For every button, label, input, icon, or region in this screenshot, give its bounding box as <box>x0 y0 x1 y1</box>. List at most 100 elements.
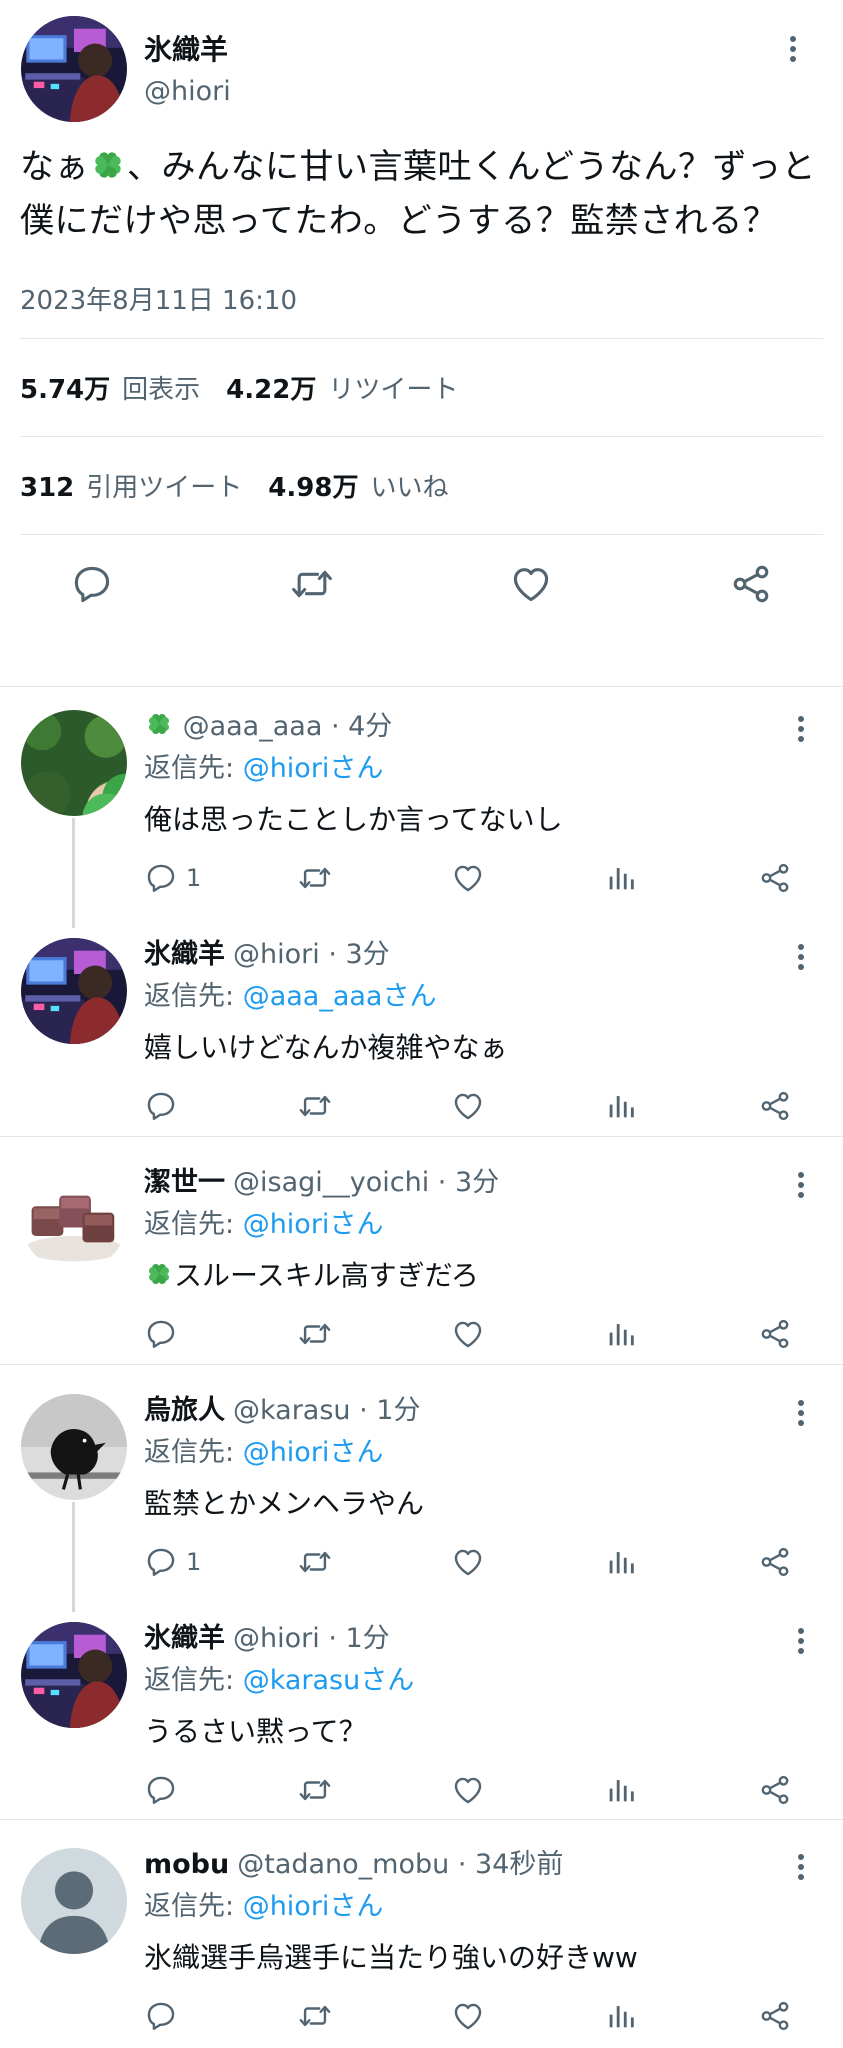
reply-icon <box>144 1545 178 1579</box>
reply-tweet[interactable]: mobu @tadano_mobu · 34秒前 返信先: @hioriさん 氷織… <box>0 1834 843 2048</box>
retweet-icon[interactable] <box>290 562 334 606</box>
reply-handle-time[interactable]: @hiori · 3分 <box>233 939 390 970</box>
reply-author-name[interactable]: 潔世一 <box>144 1167 225 1198</box>
reply-header: @aaa_aaa · 4分 <box>144 704 392 743</box>
share-button[interactable] <box>758 1088 792 1124</box>
reply-author-name[interactable]: mobu <box>144 1849 229 1880</box>
analytics-button[interactable] <box>604 1316 638 1352</box>
retweet-button[interactable] <box>298 1316 332 1352</box>
reply-text: 嬉しいけどなんか複雑やなぁ <box>144 1031 508 1064</box>
share-icon[interactable] <box>729 562 773 606</box>
retweet-button[interactable] <box>298 860 332 896</box>
author-name[interactable]: 氷織羊 <box>144 28 228 68</box>
likes-stat[interactable]: 4.98万 いいね <box>268 467 448 504</box>
author-handle[interactable]: @hiori <box>144 76 231 107</box>
reply-button[interactable]: 1 <box>144 1544 201 1580</box>
reply-author-name[interactable]: 氷織羊 <box>144 1623 225 1654</box>
reply-tweet[interactable]: 烏旅人 @karasu · 1分 返信先: @hioriさん 監禁とかメンヘラやん… <box>0 1380 843 1612</box>
like-button[interactable] <box>451 1998 485 2034</box>
reply-button[interactable] <box>144 1088 178 1124</box>
reply-icon[interactable] <box>70 562 114 606</box>
share-button[interactable] <box>758 1772 792 1808</box>
avatar[interactable] <box>21 938 127 1044</box>
reply-to-mention[interactable]: @hioriさん <box>243 1891 384 1922</box>
share-icon <box>758 861 792 895</box>
analytics-button[interactable] <box>604 1772 638 1808</box>
analytics-button[interactable] <box>604 1544 638 1580</box>
reply-tweet[interactable]: 氷織羊 @hiori · 1分 返信先: @karasuさん うるさい黙って？ <box>0 1608 843 1818</box>
share-button[interactable] <box>758 1544 792 1580</box>
analytics-button[interactable] <box>604 1088 638 1124</box>
reply-button[interactable] <box>144 1772 178 1808</box>
stats-row-quotes-likes: 312 引用ツイート 4.98万 いいね <box>20 436 823 534</box>
analytics-button[interactable] <box>604 1998 638 2034</box>
reply-to-line: 返信先: @aaa_aaaさん <box>144 974 436 1013</box>
reply-handle-time[interactable]: @hiori · 1分 <box>233 1623 390 1654</box>
reply-author-name[interactable]: 氷織羊 <box>144 939 225 970</box>
reply-to-line: 返信先: @hioriさん <box>144 746 383 785</box>
reply-tweet[interactable]: 氷織羊 @hiori · 3分 返信先: @aaa_aaaさん 嬉しいけどなんか複… <box>0 924 843 1134</box>
reply-author-name[interactable]: 烏旅人 <box>144 1395 225 1426</box>
reply-button[interactable] <box>144 1316 178 1352</box>
reply-actions <box>144 1316 804 1356</box>
quotes-label: 引用ツイート <box>86 473 243 503</box>
divider <box>0 686 843 687</box>
like-button[interactable] <box>451 860 485 896</box>
reply-to-prefix: 返信先: <box>144 1891 243 1922</box>
reply-handle-time[interactable]: @karasu · 1分 <box>233 1395 420 1426</box>
more-icon[interactable] <box>781 32 805 72</box>
reply-tweet[interactable]: @aaa_aaa · 4分 返信先: @hioriさん 俺は思ったことしか言って… <box>0 696 843 928</box>
more-icon[interactable] <box>789 712 813 752</box>
reply-to-mention[interactable]: @aaa_aaaさん <box>243 981 437 1012</box>
avatar[interactable] <box>21 1848 127 1954</box>
share-button[interactable] <box>758 1316 792 1352</box>
tweet-timestamp[interactable]: 2023年8月11日 16:10 <box>20 280 823 338</box>
reply-tweet[interactable]: 潔世一 @isagi__yoichi · 3分 返信先: @hioriさん スルー… <box>0 1152 843 1362</box>
heart-icon <box>451 1317 485 1351</box>
quotes-stat[interactable]: 312 引用ツイート <box>20 467 242 504</box>
reply-to-mention[interactable]: @hioriさん <box>243 1437 384 1468</box>
avatar[interactable] <box>21 710 127 816</box>
avatar[interactable] <box>21 1394 127 1500</box>
avatar[interactable] <box>21 16 127 122</box>
retweet-button[interactable] <box>298 1544 332 1580</box>
like-button[interactable] <box>451 1544 485 1580</box>
reply-button[interactable]: 1 <box>144 860 201 896</box>
like-button[interactable] <box>451 1088 485 1124</box>
reply-handle-time[interactable]: @isagi__yoichi · 3分 <box>233 1167 499 1198</box>
avatar[interactable] <box>21 1166 127 1272</box>
more-icon[interactable] <box>789 1396 813 1436</box>
share-button[interactable] <box>758 1998 792 2034</box>
reply-to-line: 返信先: @karasuさん <box>144 1658 414 1697</box>
share-button[interactable] <box>758 860 792 896</box>
like-button[interactable] <box>451 1772 485 1808</box>
more-icon[interactable] <box>789 1168 813 1208</box>
reply-to-prefix: 返信先: <box>144 1437 243 1468</box>
reply-to-mention[interactable]: @karasuさん <box>243 1665 415 1696</box>
like-button[interactable] <box>451 1316 485 1352</box>
divider <box>0 1136 843 1137</box>
reply-actions: 1 <box>144 860 804 900</box>
retweet-button[interactable] <box>298 1088 332 1124</box>
reply-handle-time[interactable]: @aaa_aaa · 4分 <box>183 711 393 742</box>
reply-to-mention[interactable]: @hioriさん <box>243 753 384 784</box>
analytics-button[interactable] <box>604 860 638 896</box>
reply-to-prefix: 返信先: <box>144 981 243 1012</box>
main-tweet-header: 氷織羊 @hiori <box>20 0 823 120</box>
reply-icon <box>144 1999 178 2033</box>
reply-to-line: 返信先: @hioriさん <box>144 1884 383 1923</box>
retweet-button[interactable] <box>298 1998 332 2034</box>
more-icon[interactable] <box>789 1850 813 1890</box>
reply-actions <box>144 1998 804 2038</box>
views-stat[interactable]: 5.74万 回表示 <box>20 369 200 406</box>
avatar[interactable] <box>21 1622 127 1728</box>
reply-handle-time[interactable]: @tadano_mobu · 34秒前 <box>237 1849 563 1880</box>
reply-to-mention[interactable]: @hioriさん <box>243 1209 384 1240</box>
more-icon[interactable] <box>789 940 813 980</box>
reply-text: 監禁とかメンヘラやん <box>144 1487 425 1520</box>
retweets-stat[interactable]: 4.22万 リツイート <box>226 369 458 406</box>
reply-button[interactable] <box>144 1998 178 2034</box>
heart-icon[interactable] <box>509 562 553 606</box>
more-icon[interactable] <box>789 1624 813 1664</box>
retweet-button[interactable] <box>298 1772 332 1808</box>
